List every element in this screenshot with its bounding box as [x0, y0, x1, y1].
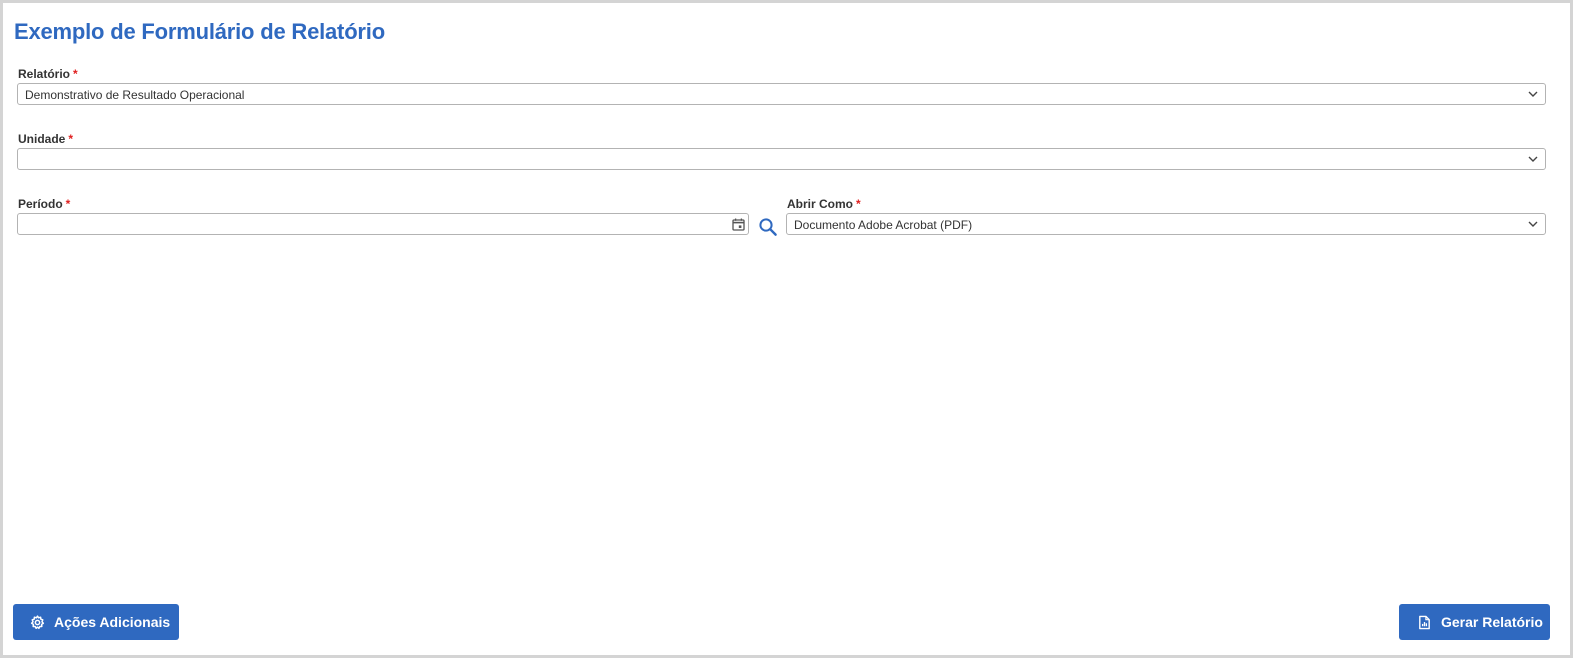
relatorio-label: Relatório *	[18, 67, 78, 81]
page-title: Exemplo de Formulário de Relatório	[14, 19, 385, 44]
file-chart-icon	[1419, 615, 1430, 629]
extra-actions-button[interactable]: Ações Adicionais	[13, 604, 179, 640]
abrir-como-label: Abrir Como *	[787, 197, 861, 211]
required-marker: *	[68, 132, 74, 146]
required-marker: *	[856, 197, 861, 211]
chevron-down-icon	[1528, 221, 1538, 227]
unidade-label: Unidade *	[18, 132, 73, 146]
unidade-label-text: Unidade	[18, 132, 66, 146]
periodo-label: Período *	[18, 197, 70, 211]
extra-actions-label: Ações Adicionais	[54, 614, 171, 630]
relatorio-label-text: Relatório	[18, 67, 71, 81]
search-icon[interactable]	[758, 217, 778, 237]
generate-report-label: Gerar Relatório	[1441, 614, 1543, 630]
generate-report-button[interactable]: Gerar Relatório	[1399, 604, 1550, 640]
required-marker: *	[73, 67, 78, 81]
unidade-select[interactable]	[17, 148, 1546, 170]
periodo-label-text: Período	[18, 197, 63, 211]
abrir-como-select-value: Documento Adobe Acrobat (PDF)	[794, 218, 973, 232]
periodo-input[interactable]	[17, 213, 749, 235]
chevron-down-icon	[1528, 156, 1538, 162]
calendar-icon[interactable]	[732, 218, 745, 231]
report-form-panel: Exemplo de Formulário de Relatório Relat…	[0, 0, 1573, 658]
abrir-como-select[interactable]: Documento Adobe Acrobat (PDF)	[786, 213, 1546, 235]
chevron-down-icon	[1528, 91, 1538, 97]
relatorio-select[interactable]: Demonstrativo de Resultado Operacional	[17, 83, 1546, 105]
abrir-como-label-text: Abrir Como	[787, 197, 853, 211]
relatorio-select-value: Demonstrativo de Resultado Operacional	[25, 88, 245, 102]
required-marker: *	[65, 197, 71, 211]
gear-icon	[30, 614, 45, 629]
